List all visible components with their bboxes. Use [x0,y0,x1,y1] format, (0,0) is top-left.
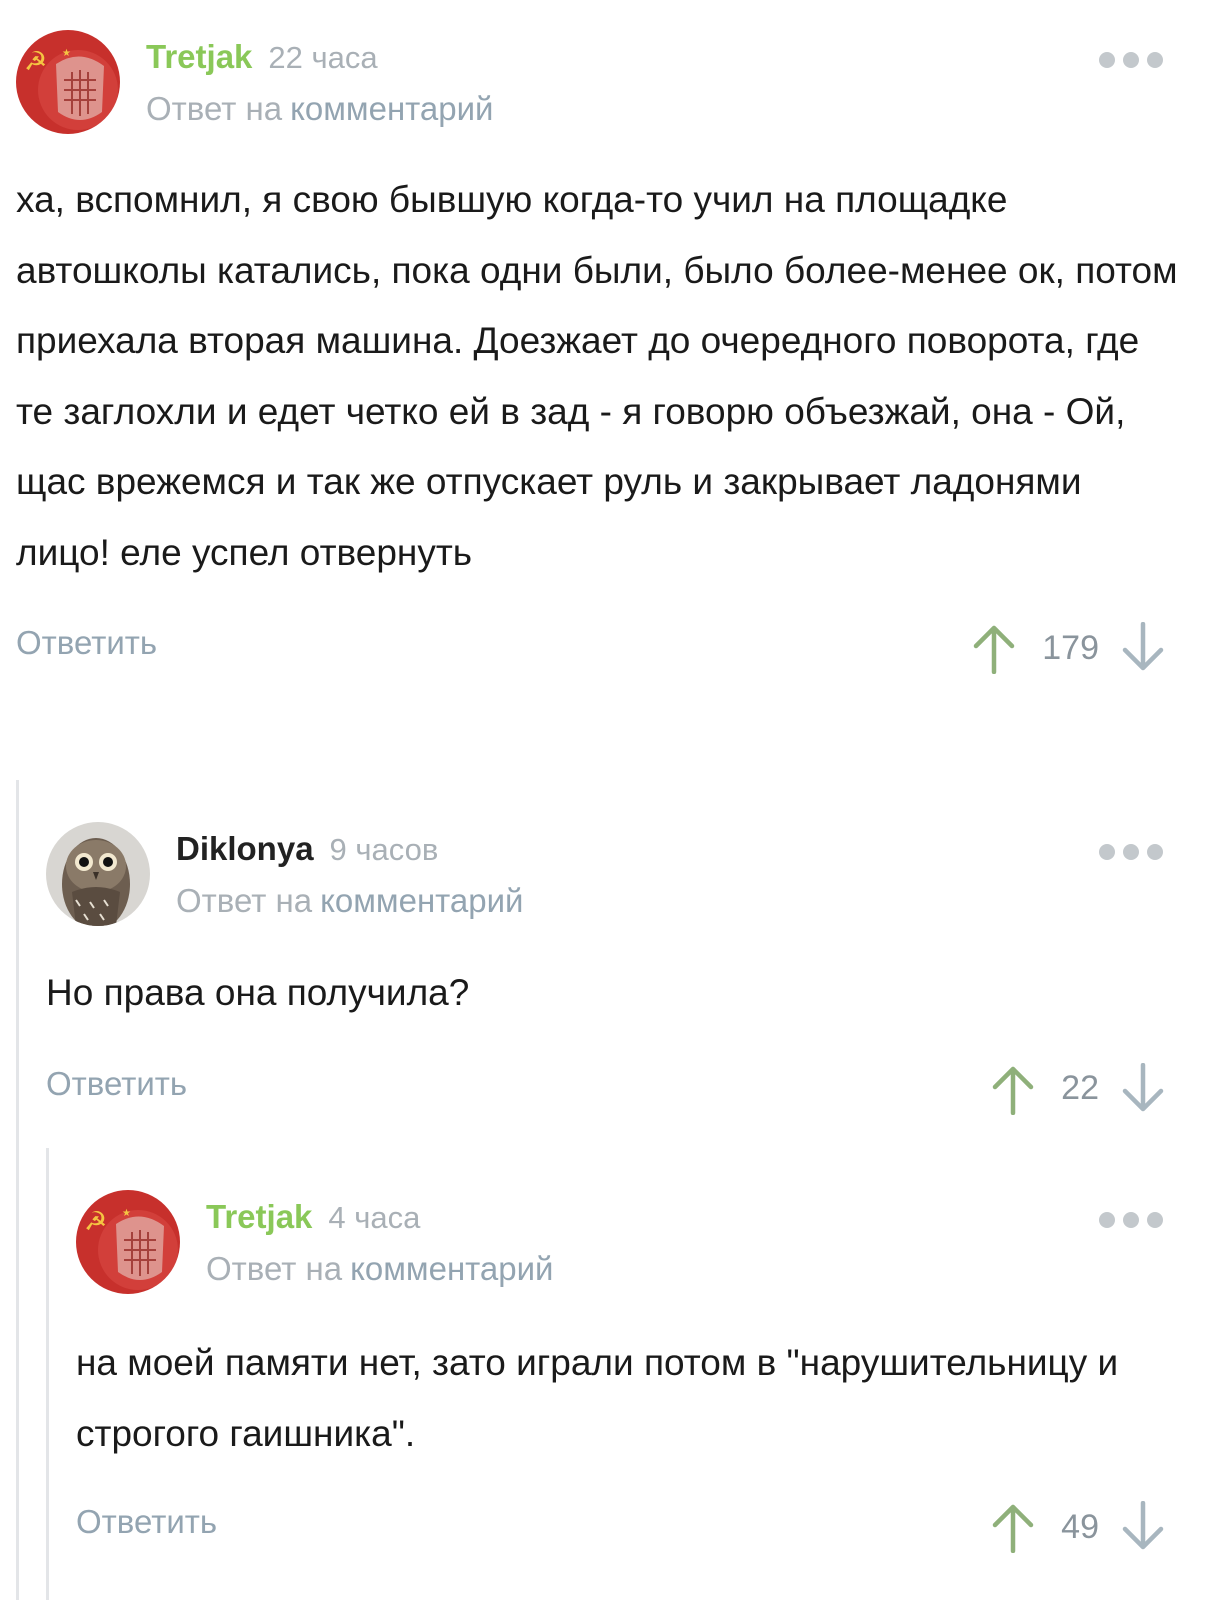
rating-control: 179 [972,618,1165,678]
comment: ☭ ★ Tretjak 22 часа Ответ на комментарий х… [16,30,1209,678]
reply-to-prefix: Ответ на [146,90,283,127]
avatar[interactable]: ☭ ★ [16,30,120,134]
thread-line [16,780,19,1600]
svg-text:★: ★ [122,1208,131,1219]
comment-text: Но права она получила? [46,972,470,1013]
comment-text: ха, вспомнил, я свою бывшую когда-то учи… [16,179,1178,573]
arrow-up-icon[interactable] [991,1501,1035,1553]
comment: Diklonya 9 часов Ответ на комментарий Но п… [46,822,1209,1119]
arrow-up-icon[interactable] [972,622,1016,674]
rating-control: 22 [991,1059,1165,1119]
reply-to-link[interactable]: комментарий [350,1250,553,1287]
author-name[interactable]: Diklonya [176,830,314,867]
author-name[interactable]: Tretjak [206,1198,312,1235]
author-name[interactable]: Tretjak [146,38,252,75]
comment-footer: Ответить 179 [16,618,1209,678]
owl-avatar-icon [46,822,150,926]
comment-text: на моей памяти нет, зато играли потом в … [76,1342,1119,1454]
comment: ☭ ★ Tretjak 4 часа Ответ на комментарий на… [76,1190,1209,1557]
hockey-mask-avatar-icon: ☭ ★ [76,1190,180,1294]
comment-footer: Ответить 49 [76,1497,1209,1557]
arrow-down-icon[interactable] [1121,622,1165,674]
arrow-down-icon[interactable] [1121,1062,1165,1115]
reply-button[interactable]: Ответить [46,1065,187,1103]
comment-header: ☭ ★ Tretjak 4 часа Ответ на комментарий [76,1190,1209,1294]
svg-text:★: ★ [62,48,71,59]
arrow-down-icon[interactable] [1121,1501,1165,1553]
more-dots-icon[interactable] [1099,844,1163,860]
svg-text:☭: ☭ [84,1207,107,1237]
comment-header: ☭ ★ Tretjak 22 часа Ответ на комментарий [16,30,1209,134]
hockey-mask-avatar-icon: ☭ ★ [16,30,120,134]
arrow-up-icon[interactable] [991,1063,1035,1115]
reply-button[interactable]: Ответить [16,624,157,662]
comment-time: 9 часов [329,832,439,867]
reply-to-prefix: Ответ на [206,1250,343,1287]
rating-score: 49 [1061,1507,1099,1546]
comment-footer: Ответить 22 [46,1059,1209,1119]
comment-time: 22 часа [268,40,378,75]
reply-button[interactable]: Ответить [76,1503,217,1541]
rating-score: 179 [1042,628,1099,667]
reply-to-link[interactable]: комментарий [320,882,523,919]
comments-page: ☭ ★ Tretjak 22 часа Ответ на комментарий х… [0,0,1209,1600]
more-dots-icon[interactable] [1099,52,1163,68]
comment-time: 4 часа [328,1200,421,1235]
avatar[interactable] [46,822,150,926]
reply-to-prefix: Ответ на [176,882,313,919]
thread-line [46,1148,49,1600]
more-dots-icon[interactable] [1099,1212,1163,1228]
svg-text:☭: ☭ [24,47,47,77]
rating-control: 49 [991,1497,1165,1557]
comment-header: Diklonya 9 часов Ответ на комментарий [46,822,1209,926]
avatar[interactable]: ☭ ★ [76,1190,180,1294]
rating-score: 22 [1061,1069,1099,1107]
reply-to-link[interactable]: комментарий [290,90,493,127]
